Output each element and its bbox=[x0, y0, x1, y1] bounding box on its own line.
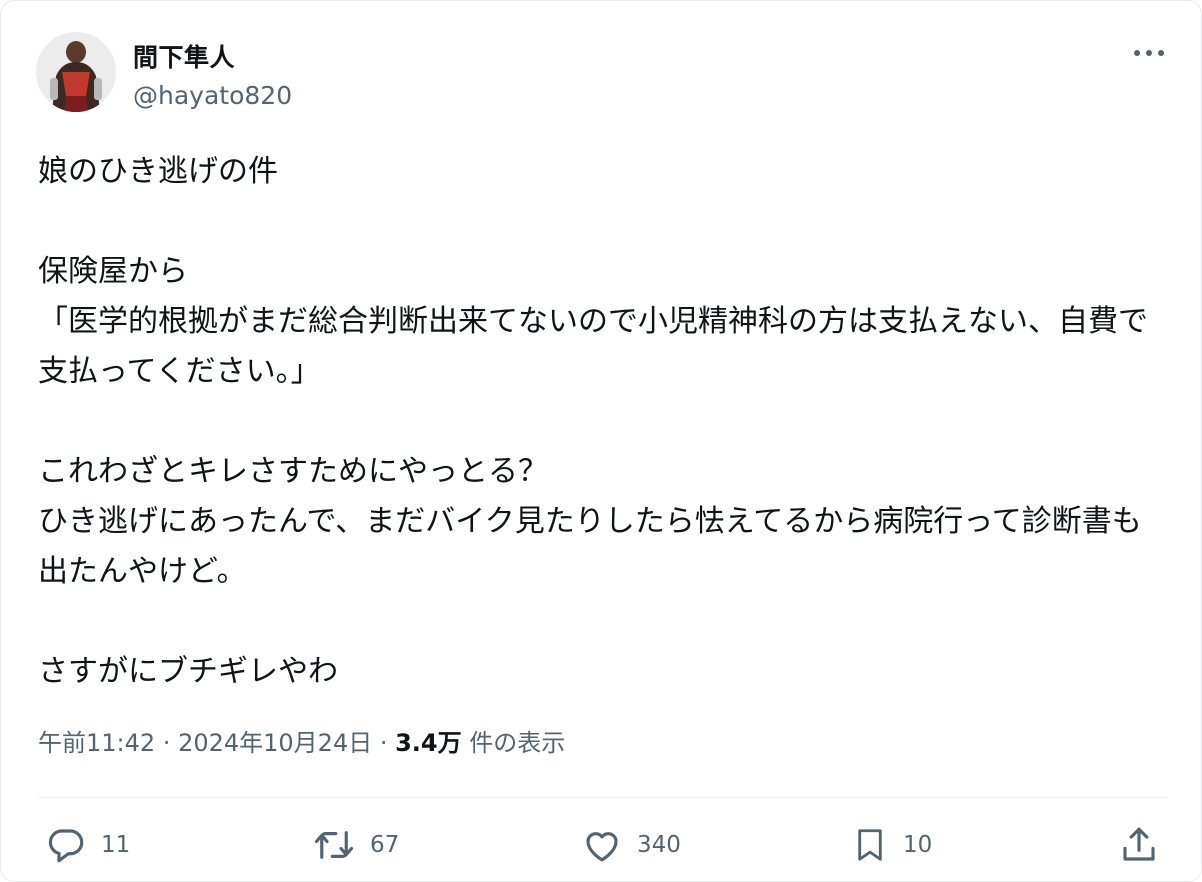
avatar[interactable] bbox=[36, 32, 116, 112]
retweet-icon bbox=[312, 824, 356, 866]
view-count[interactable]: 3.4万 bbox=[395, 729, 462, 757]
share-icon bbox=[1118, 824, 1160, 866]
bookmark-icon bbox=[851, 823, 889, 867]
tweet-line: これわざとキレさすためにやっとる？ bbox=[38, 454, 548, 489]
bookmark-button[interactable]: 10 bbox=[851, 823, 932, 867]
like-icon bbox=[581, 824, 623, 866]
tweet-line: 保険屋から bbox=[38, 254, 188, 289]
tweet-line: さすがにブチギレやわ bbox=[38, 654, 338, 689]
tweet-time[interactable]: 午前11:42 bbox=[38, 729, 155, 757]
meta-separator: · bbox=[155, 729, 179, 757]
reply-icon bbox=[45, 824, 87, 866]
like-button[interactable]: 340 bbox=[581, 823, 681, 867]
avatar-image bbox=[36, 32, 116, 112]
author-name[interactable]: 間下隼人 bbox=[133, 38, 235, 74]
bookmark-count: 10 bbox=[903, 832, 933, 858]
tweet-card: 間下隼人 @hayato820 娘のひき逃げの件 保険屋から 「医学的根拠がまだ… bbox=[0, 0, 1202, 882]
tweet-text: 娘のひき逃げの件 保険屋から 「医学的根拠がまだ総合判断出来てないので小児精神科… bbox=[38, 147, 1168, 697]
tweet-line bbox=[38, 397, 1168, 447]
tweet-meta: 午前11:42 · 2024年10月24日 · 3.4万 件の表示 bbox=[38, 723, 565, 763]
retweet-button[interactable]: 67 bbox=[312, 823, 399, 867]
reply-button[interactable]: 11 bbox=[45, 823, 130, 867]
share-button[interactable] bbox=[1118, 823, 1160, 867]
tweet-line: 娘のひき逃げの件 bbox=[38, 154, 278, 189]
tweet-line: ひき逃げにあったんで、まだバイク見たりしたら怯えてるから病院行って診断書も出たん… bbox=[38, 504, 1142, 589]
more-icon[interactable] bbox=[1131, 41, 1167, 65]
like-count: 340 bbox=[637, 832, 681, 858]
view-count-suffix: 件の表示 bbox=[461, 729, 566, 757]
reply-count: 11 bbox=[101, 832, 131, 858]
divider bbox=[38, 797, 1168, 798]
tweet-line bbox=[38, 597, 1168, 647]
tweet-line bbox=[38, 197, 1168, 247]
meta-separator: · bbox=[372, 729, 396, 757]
author-handle[interactable]: @hayato820 bbox=[133, 81, 292, 110]
retweet-count: 67 bbox=[370, 832, 400, 858]
tweet-date[interactable]: 2024年10月24日 bbox=[178, 729, 372, 757]
tweet-line: 「医学的根拠がまだ総合判断出来てないので小児精神科の方は支払えない、自費で支払っ… bbox=[38, 304, 1148, 389]
